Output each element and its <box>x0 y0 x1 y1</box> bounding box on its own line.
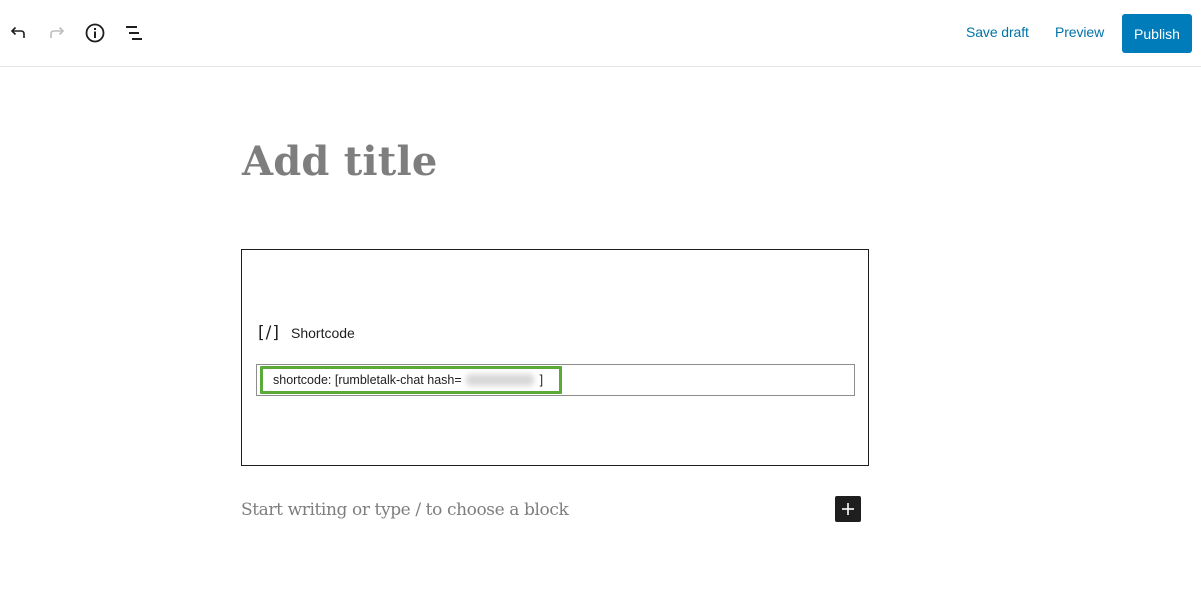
details-button[interactable] <box>82 20 108 46</box>
block-navigation-button[interactable] <box>121 20 147 46</box>
post-title-input[interactable]: Add title <box>242 138 438 185</box>
shortcode-block-header: [/] Shortcode <box>258 323 355 343</box>
shortcode-block-label: Shortcode <box>291 325 355 341</box>
plus-icon <box>842 503 854 515</box>
undo-button[interactable] <box>5 20 31 46</box>
block-navigation-icon <box>126 26 142 40</box>
redo-button[interactable] <box>44 20 70 46</box>
preview-button[interactable]: Preview <box>1055 24 1104 40</box>
publish-button[interactable]: Publish <box>1122 14 1192 53</box>
obscured-hash-value <box>465 374 534 386</box>
shortcode-value-prefix: shortcode: [rumbletalk-chat hash= <box>273 373 462 387</box>
undo-icon <box>10 26 25 38</box>
info-icon <box>85 23 105 43</box>
add-block-button[interactable] <box>835 496 861 522</box>
shortcode-input[interactable]: shortcode: [rumbletalk-chat hash= ] <box>256 364 855 396</box>
save-draft-button[interactable]: Save draft <box>966 24 1029 40</box>
shortcode-block[interactable]: [/] Shortcode shortcode: [rumbletalk-cha… <box>241 249 869 466</box>
paragraph-placeholder[interactable]: Start writing or type / to choose a bloc… <box>241 500 569 520</box>
shortcode-icon: [/] <box>258 323 280 343</box>
editor-top-toolbar: Save draft Preview Publish <box>0 0 1201 67</box>
shortcode-value-highlight: shortcode: [rumbletalk-chat hash= ] <box>260 366 562 394</box>
shortcode-value-suffix: ] <box>539 373 544 387</box>
redo-icon <box>50 26 65 38</box>
